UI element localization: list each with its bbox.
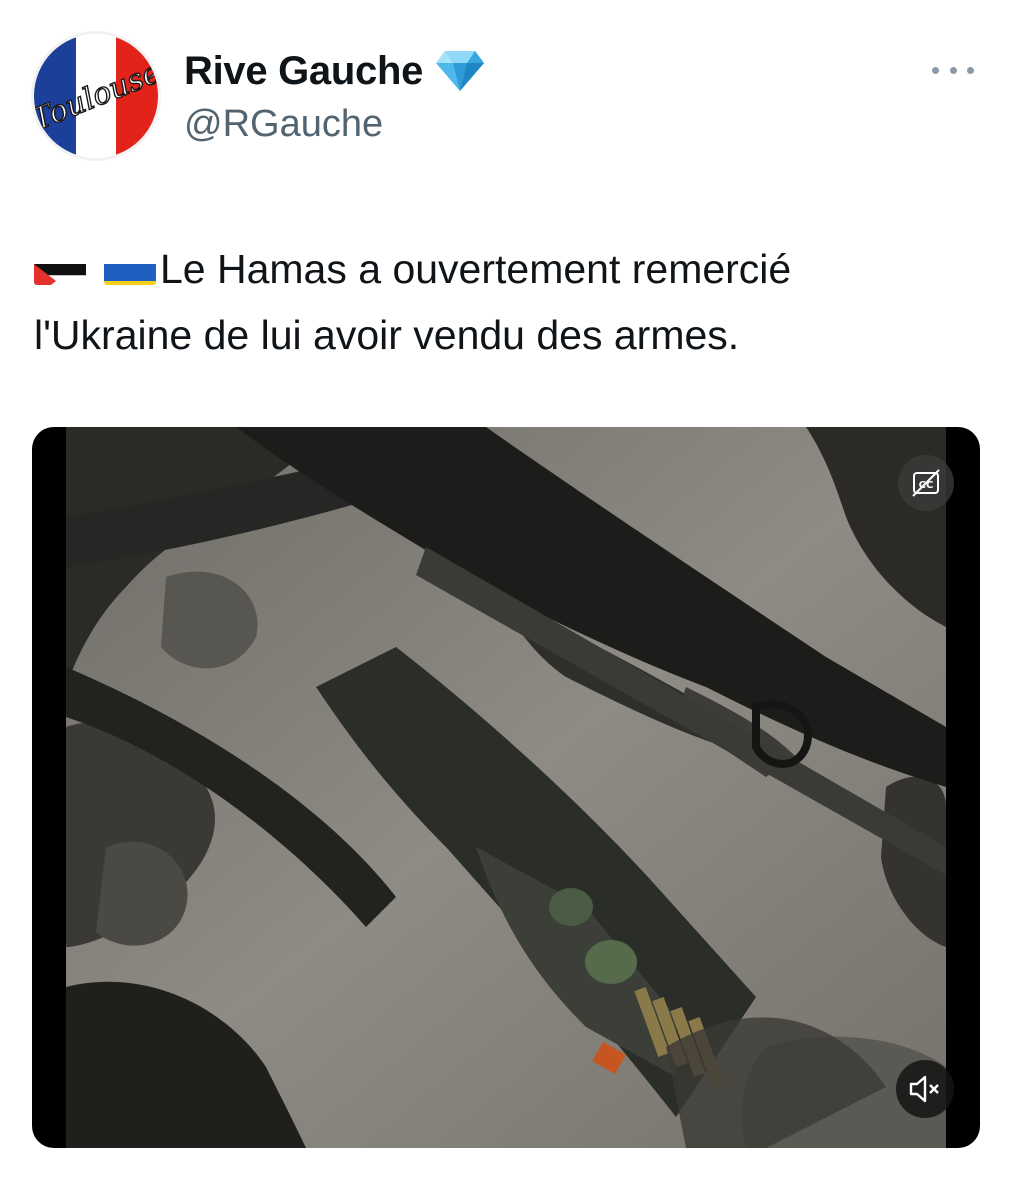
palestine-flag-icon [34, 251, 86, 285]
dot [949, 66, 957, 74]
tweet-card: Toulouse Rive Gauche @RGauche Le Hamas a… [0, 0, 1012, 1200]
tweet-text-content: Le Hamas a ouvertement remercié [160, 246, 792, 292]
diamond-badge-icon [435, 49, 485, 93]
video-player[interactable]: CC [32, 427, 980, 1148]
display-name[interactable]: Rive Gauche [184, 46, 423, 96]
dot [967, 66, 974, 74]
dot [932, 66, 939, 74]
tweet-text-line-2: l'Ukraine de lui avoir vendu des armes. [34, 312, 740, 358]
closed-captions-icon[interactable]: CC [898, 455, 954, 511]
ukraine-flag-icon [104, 251, 156, 285]
avatar[interactable]: Toulouse [34, 34, 158, 158]
tweet-text: Le Hamas a ouvertement remercié l'Ukrain… [34, 236, 974, 368]
handle[interactable]: @RGauche [184, 100, 383, 148]
more-options-icon[interactable] [932, 58, 974, 82]
speaker-muted-icon[interactable] [896, 1060, 954, 1118]
tweet-text-line-1: Le Hamas a ouvertement remercié [34, 236, 974, 302]
author-name-row: Rive Gauche [184, 46, 485, 96]
video-frame[interactable] [66, 427, 946, 1148]
